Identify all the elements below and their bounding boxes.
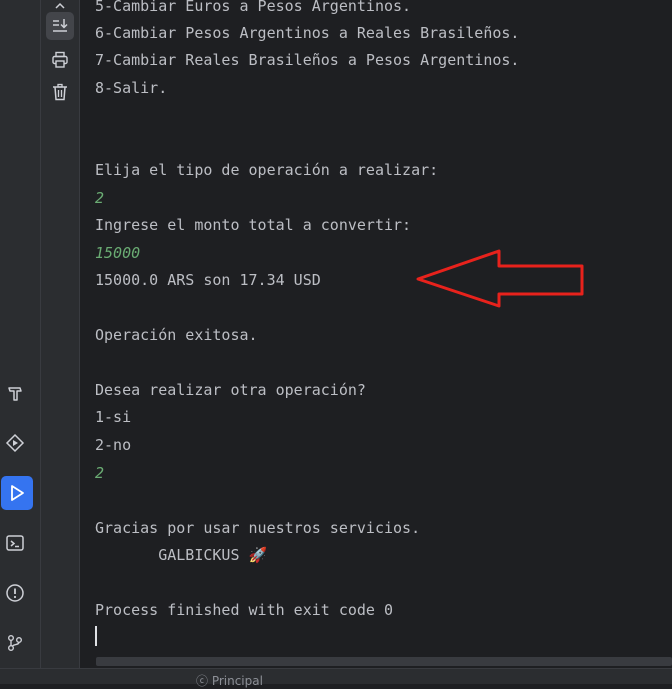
problems-icon <box>6 584 24 602</box>
console-toolbar <box>41 0 80 668</box>
services-button[interactable] <box>1 429 29 457</box>
run-tool-button[interactable] <box>1 476 33 510</box>
terminal-icon <box>6 535 24 551</box>
print-button[interactable] <box>46 46 74 74</box>
problems-button[interactable] <box>1 579 29 607</box>
console-line: 5-Cambiar Euros a Pesos Argentinos. <box>95 0 412 15</box>
status-bar: ⓒ Principal <box>0 668 672 688</box>
user-input-line: 2 <box>95 464 105 482</box>
git-button[interactable] <box>1 629 29 657</box>
horizontal-scrollbar[interactable] <box>96 657 672 666</box>
console-line: 6-Cambiar Pesos Argentinos a Reales Bras… <box>95 24 520 42</box>
console-line: Desea realizar otra operación? <box>95 381 366 399</box>
console-line: Gracias por usar nuestros servicios. <box>95 519 421 537</box>
console-line: 2-no <box>95 436 132 454</box>
console-line: Process finished with exit code 0 <box>95 601 394 619</box>
run-icon <box>11 485 24 501</box>
status-breadcrumb[interactable]: ⓒ Principal <box>196 672 263 689</box>
console-line: 1-si <box>95 408 132 426</box>
console-line: Ingrese el monto total a convertir: <box>95 216 412 234</box>
user-input-line: 15000 <box>95 244 141 262</box>
services-icon <box>5 433 25 453</box>
scroll-to-end-button[interactable] <box>46 12 74 40</box>
console-line: Elija el tipo de operación a realizar: <box>95 161 439 179</box>
text-caret <box>95 626 97 646</box>
scroll-to-end-icon <box>53 19 68 32</box>
print-icon <box>52 51 68 68</box>
git-icon <box>8 635 22 651</box>
conversion-result-line: 15000.0 ARS son 17.34 USD <box>95 271 321 289</box>
console-line: 8-Salir. <box>95 79 168 97</box>
console-output[interactable]: 5-Cambiar Euros a Pesos Argentinos. 6-Ca… <box>80 0 672 668</box>
left-tool-bar <box>0 0 41 668</box>
console-line: 7-Cambiar Reales Brasileños a Pesos Arge… <box>95 51 520 69</box>
trash-icon <box>53 83 67 101</box>
up-arrow-icon <box>55 2 65 9</box>
build-button[interactable] <box>1 379 29 407</box>
terminal-button[interactable] <box>1 529 29 557</box>
build-hammer-icon <box>8 387 22 401</box>
clear-all-button[interactable] <box>46 78 74 106</box>
console-line: Operación exitosa. <box>95 326 258 344</box>
console-line: GALBICKUS 🚀 <box>95 546 268 564</box>
user-input-line: 2 <box>95 189 105 207</box>
annotation-arrow <box>416 249 584 308</box>
